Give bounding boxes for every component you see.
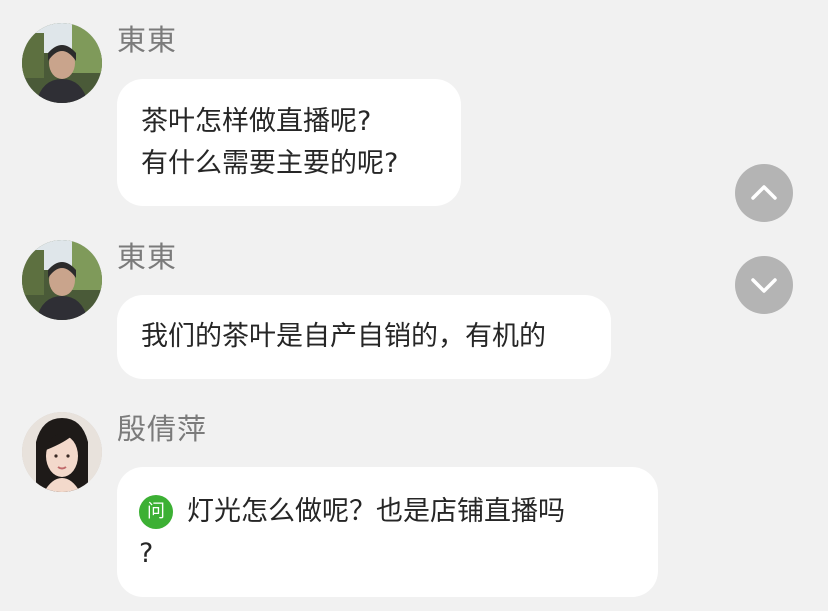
message-bubble[interactable]: 问灯光怎么做呢？也是店铺直播吗 ? [117, 467, 658, 597]
sender-name: 殷倩萍 [117, 412, 208, 446]
avatar[interactable] [22, 240, 102, 320]
chevron-up-icon [751, 185, 777, 200]
message-text: 灯光怎么做呢？也是店铺直播吗 [187, 496, 565, 527]
sender-name: 東東 [117, 240, 178, 274]
scroll-up-button[interactable] [735, 164, 793, 222]
chevron-down-icon [751, 278, 777, 293]
message-bubble[interactable]: 茶叶怎样做直播呢? 有什么需要主要的呢? [117, 79, 461, 206]
message-bubble[interactable]: 我们的茶叶是自产自销的，有机的 [117, 295, 611, 379]
chat-thread: 東東 茶叶怎样做直播呢? 有什么需要主要的呢? 東東 我们的茶叶是自产自销的，有… [0, 0, 828, 611]
message-text: ? [139, 538, 154, 569]
message-text: 茶叶怎样做直播呢? [141, 106, 372, 137]
sender-name: 東東 [117, 23, 178, 57]
message-text-line: 问灯光怎么做呢？也是店铺直播吗 [139, 491, 636, 533]
message-text: 我们的茶叶是自产自销的，有机的 [141, 321, 546, 352]
avatar[interactable] [22, 23, 102, 103]
message-text: 有什么需要主要的呢? [141, 148, 399, 179]
scroll-down-button[interactable] [735, 256, 793, 314]
avatar[interactable] [22, 412, 102, 492]
question-badge: 问 [139, 495, 173, 529]
